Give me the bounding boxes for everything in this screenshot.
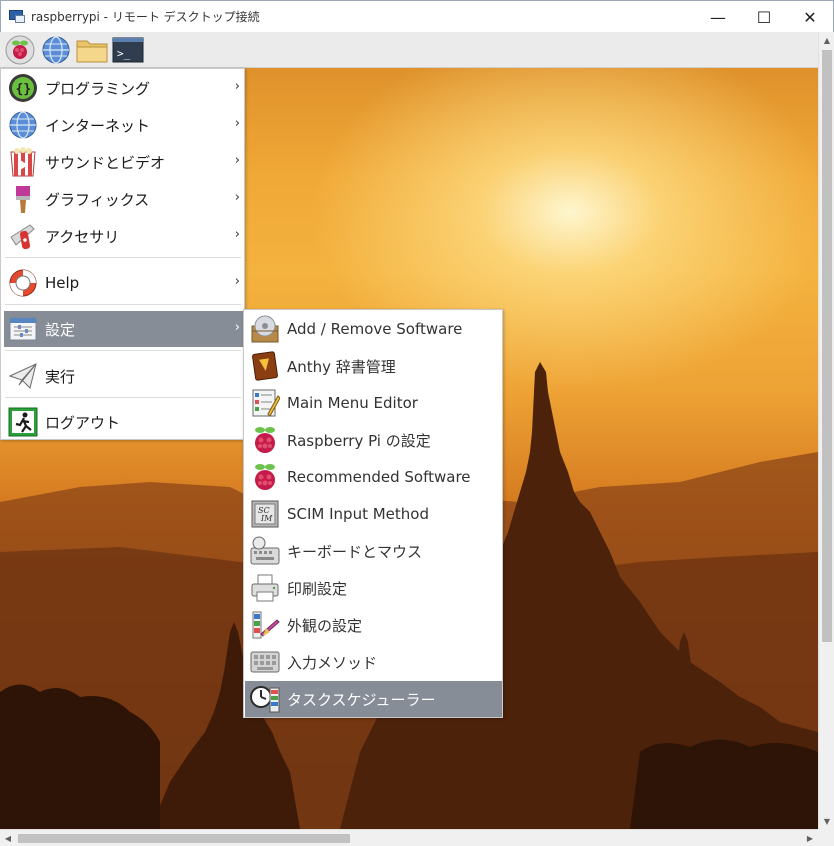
submenu-item-label: Recommended Software — [287, 468, 471, 486]
programming-icon: {} — [7, 72, 39, 104]
svg-text:>_: >_ — [117, 47, 131, 60]
minimize-button[interactable]: — — [695, 1, 741, 33]
scrollbar-corner — [818, 829, 834, 846]
submenu-item-label: 外観の設定 — [287, 616, 363, 635]
menu-item-sound-video[interactable]: サウンドとビデオ › — [4, 144, 244, 180]
submenu-item-keyboard-mouse[interactable]: キーボードとマウス — [245, 533, 502, 569]
keyboard-mouse-icon — [249, 535, 281, 567]
submenu-item-scim-input-method[interactable]: SC IM SCIM Input Method — [245, 496, 502, 532]
raspberry-menu-icon[interactable] — [4, 34, 36, 66]
menu-item-label: インターネット — [45, 116, 151, 135]
menu-item-programming[interactable]: {} プログラミング › — [4, 70, 244, 106]
submenu-item-task-scheduler[interactable]: タスクスケジューラー — [245, 681, 502, 717]
run-paperplane-icon — [7, 360, 39, 392]
submenu-item-add-remove-software[interactable]: Add / Remove Software — [245, 311, 502, 347]
submenu-item-label: 印刷設定 — [287, 579, 348, 598]
preferences-icon — [7, 313, 39, 345]
submenu-item-appearance[interactable]: 外観の設定 — [245, 607, 502, 643]
menu-item-help[interactable]: Help › — [4, 265, 244, 301]
accessories-knife-icon — [7, 220, 39, 252]
menu-separator — [5, 350, 241, 351]
window-title: raspberrypi - リモート デスクトップ接続 — [31, 10, 260, 24]
preferences-submenu: Add / Remove Software Anthy 辞書管理 Main Me… — [243, 309, 503, 718]
menu-item-label: 実行 — [45, 367, 76, 386]
menu-item-label: Help — [45, 274, 80, 292]
menu-item-label: 設定 — [45, 320, 76, 339]
window-controls: — ☐ ✕ — [695, 1, 833, 33]
submenu-item-print-settings[interactable]: 印刷設定 — [245, 570, 502, 606]
scroll-down-arrow-icon[interactable]: ▼ — [819, 813, 834, 829]
graphics-brush-icon — [7, 183, 39, 215]
remote-desktop-icon — [9, 9, 25, 24]
scroll-right-arrow-icon[interactable]: ▶ — [802, 830, 818, 846]
raspberry-config-icon — [249, 424, 281, 456]
submenu-item-label: Add / Remove Software — [287, 320, 463, 338]
chevron-right-icon: › — [234, 190, 240, 205]
logout-exit-icon — [7, 406, 39, 438]
submenu-item-label: タスクスケジューラー — [287, 690, 436, 709]
menu-item-accessories[interactable]: アクセサリ › — [4, 218, 244, 254]
menu-item-preferences[interactable]: 設定 › — [4, 311, 244, 347]
menu-item-label: サウンドとビデオ — [45, 153, 166, 172]
window-titlebar: raspberrypi - リモート デスクトップ接続 — ☐ ✕ — [0, 0, 834, 32]
maximize-button[interactable]: ☐ — [741, 1, 787, 33]
submenu-item-label: Anthy 辞書管理 — [287, 357, 396, 376]
scroll-left-arrow-icon[interactable]: ◀ — [0, 830, 16, 846]
horizontal-scroll-thumb[interactable] — [18, 834, 350, 843]
chevron-right-icon: › — [234, 320, 240, 335]
chevron-right-icon: › — [234, 79, 240, 94]
web-browser-icon[interactable] — [40, 34, 72, 66]
menu-item-label: アクセサリ — [45, 227, 120, 246]
menu-item-logout[interactable]: ログアウト — [4, 404, 244, 440]
task-scheduler-clock-icon — [249, 683, 281, 715]
menu-item-label: グラフィックス — [45, 190, 150, 209]
submenu-item-anthy-dictionary[interactable]: Anthy 辞書管理 — [245, 348, 502, 384]
horizontal-scrollbar[interactable]: ◀ ▶ — [0, 829, 818, 846]
submenu-item-label: キーボードとマウス — [287, 542, 423, 561]
submenu-item-raspberry-pi-config[interactable]: Raspberry Pi の設定 — [245, 422, 502, 458]
menu-separator — [5, 304, 241, 305]
raspberry-recommended-icon — [249, 461, 281, 493]
help-lifebuoy-icon — [7, 267, 39, 299]
submenu-item-main-menu-editor[interactable]: Main Menu Editor — [245, 385, 502, 421]
main-menu: {} プログラミング › インターネット › サウンドとビデオ › グラフィック… — [0, 68, 245, 440]
anthy-dictionary-icon — [249, 350, 281, 382]
menu-item-internet[interactable]: インターネット › — [4, 107, 244, 143]
appearance-icon — [249, 609, 281, 641]
menu-item-label: プログラミング — [45, 79, 151, 98]
chevron-right-icon: › — [234, 116, 240, 131]
scim-icon: SC IM — [249, 498, 281, 530]
svg-text:IM: IM — [260, 514, 273, 523]
sound-video-icon — [7, 146, 39, 178]
submenu-item-recommended-software[interactable]: Recommended Software — [245, 459, 502, 495]
submenu-item-input-method[interactable]: 入力メソッド — [245, 644, 502, 680]
chevron-right-icon: › — [234, 227, 240, 242]
add-remove-software-icon — [249, 313, 281, 345]
vertical-scrollbar[interactable]: ▲ ▼ — [818, 32, 834, 829]
chevron-right-icon: › — [234, 153, 240, 168]
taskbar-panel: >_ — [0, 32, 818, 68]
submenu-item-label: Main Menu Editor — [287, 394, 418, 412]
printer-icon — [249, 572, 281, 604]
input-method-keyboard-icon — [249, 646, 281, 678]
terminal-icon[interactable]: >_ — [112, 34, 144, 66]
svg-text:{}: {} — [16, 82, 32, 97]
internet-globe-icon — [7, 109, 39, 141]
submenu-item-label: 入力メソッド — [287, 653, 378, 672]
submenu-item-label: Raspberry Pi の設定 — [287, 431, 431, 450]
close-button[interactable]: ✕ — [787, 1, 833, 33]
chevron-right-icon: › — [234, 274, 240, 289]
menu-separator — [5, 397, 241, 398]
scroll-up-arrow-icon[interactable]: ▲ — [819, 32, 834, 48]
menu-item-run[interactable]: 実行 — [4, 358, 244, 394]
main-menu-editor-icon — [249, 387, 281, 419]
menu-item-graphics[interactable]: グラフィックス › — [4, 181, 244, 217]
submenu-item-label: SCIM Input Method — [287, 505, 429, 523]
file-manager-icon[interactable] — [76, 34, 108, 66]
menu-item-label: ログアウト — [45, 413, 121, 432]
vertical-scroll-thumb[interactable] — [822, 50, 832, 642]
menu-separator — [5, 257, 241, 258]
